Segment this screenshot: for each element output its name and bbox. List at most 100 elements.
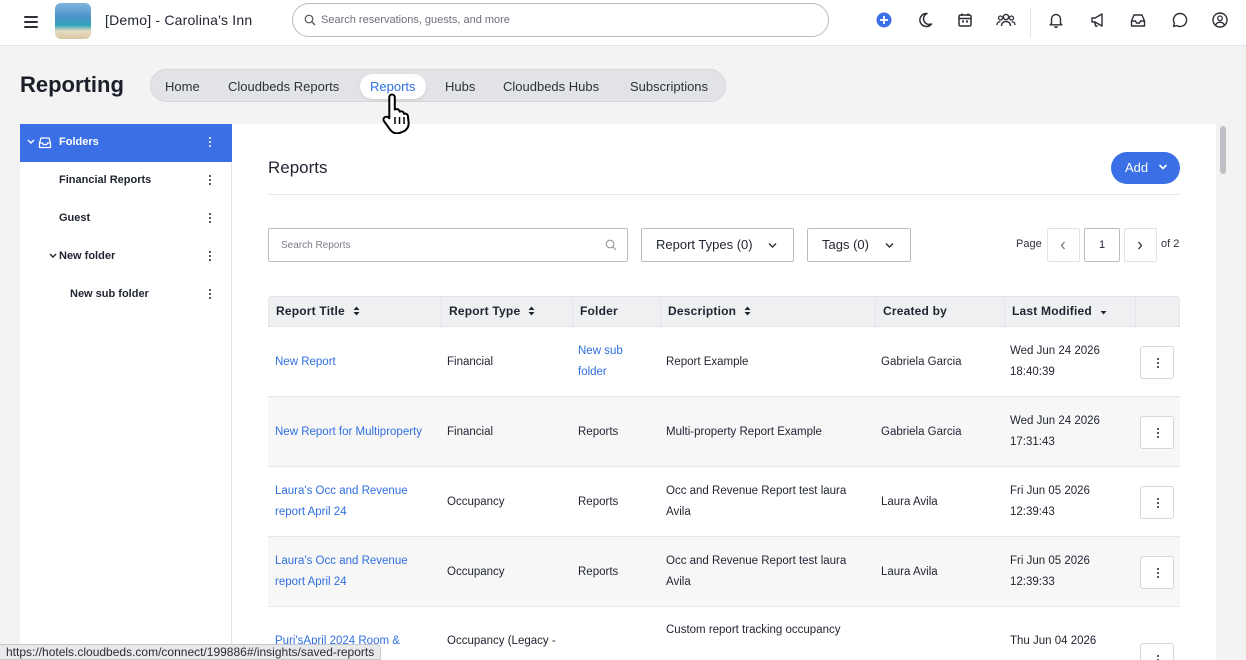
report-types-dropdown[interactable]: Report Types (0)	[641, 228, 794, 262]
tags-dropdown[interactable]: Tags (0)	[807, 228, 911, 262]
row-actions-button[interactable]	[1140, 346, 1174, 379]
add-button[interactable]: Add	[1111, 152, 1180, 184]
last-modified: Wed Jun 24 2026 17:31:43	[1010, 415, 1100, 448]
folders-sidebar: Folders Financial Reports Guest New fold…	[20, 124, 232, 660]
more-vertical-icon[interactable]	[208, 174, 212, 188]
inbox-icon[interactable]	[1129, 11, 1147, 29]
sidebar-item-label: Financial Reports	[59, 174, 152, 186]
more-vertical-icon[interactable]	[208, 250, 212, 264]
table-row[interactable]: Puri'sApril 2024 Room & Occupancy (Legac…	[268, 607, 1180, 660]
report-search[interactable]	[268, 228, 628, 262]
tab-subscriptions[interactable]: Subscriptions	[620, 74, 718, 99]
tab-cloudbeds-reports[interactable]: Cloudbeds Reports	[218, 74, 349, 99]
created-by: Laura Avila	[881, 495, 938, 508]
column-header-description[interactable]: Description	[660, 297, 875, 328]
chevron-down-icon	[768, 243, 777, 248]
row-actions-button[interactable]	[1140, 643, 1174, 660]
row-actions-button[interactable]	[1140, 416, 1174, 449]
more-vertical-icon[interactable]	[208, 288, 212, 302]
chevron-down-icon	[1158, 164, 1168, 170]
divider	[268, 194, 1180, 195]
sidebar-item-new-sub-folder[interactable]: New sub folder	[20, 276, 232, 314]
more-vertical-icon[interactable]	[208, 136, 212, 150]
report-type: Occupancy	[447, 495, 505, 508]
users-icon[interactable]	[996, 11, 1016, 29]
plus-circle-icon[interactable]	[875, 11, 893, 29]
scrollbar-thumb[interactable]	[1220, 126, 1226, 174]
sidebar-item-financial-reports[interactable]: Financial Reports	[20, 162, 232, 200]
global-search[interactable]	[292, 3, 829, 37]
megaphone-icon[interactable]	[1089, 11, 1107, 29]
next-page-button[interactable]	[1124, 228, 1157, 262]
tab-hubs[interactable]: Hubs	[435, 74, 485, 99]
report-types-label: Report Types (0)	[656, 237, 753, 252]
chat-icon[interactable]	[1171, 11, 1189, 29]
sort-icon[interactable]	[744, 306, 751, 316]
property-name[interactable]: [Demo] - Carolina's Inn	[105, 12, 252, 28]
moon-icon[interactable]	[916, 11, 934, 29]
report-title-link[interactable]: New Report	[275, 352, 336, 373]
report-title-link[interactable]: Laura's Occ and Revenue report April 24	[275, 481, 418, 523]
sidebar-item-folders[interactable]: Folders	[20, 124, 232, 162]
table-row[interactable]: Laura's Occ and Revenue report April 24 …	[268, 467, 1180, 537]
more-vertical-icon	[1156, 654, 1160, 660]
calendar-icon[interactable]	[956, 11, 974, 29]
folder-name: Reports	[578, 495, 619, 508]
previous-page-button[interactable]	[1047, 228, 1080, 262]
column-header-folder: Folder	[572, 297, 660, 328]
report-search-input[interactable]	[281, 237, 601, 253]
table-row[interactable]: Laura's Occ and Revenue report April 24 …	[268, 537, 1180, 607]
column-header-report-type[interactable]: Report Type	[441, 297, 572, 328]
report-title-link[interactable]: Laura's Occ and Revenue report April 24	[275, 551, 418, 593]
hand-pointer-cursor-icon	[382, 93, 410, 134]
menu-icon[interactable]	[22, 13, 40, 29]
last-modified: Fri Jun 05 2026 12:39:33	[1010, 555, 1090, 588]
report-description: Multi-property Report Example	[666, 425, 822, 438]
tab-cloudbeds-hubs[interactable]: Cloudbeds Hubs	[493, 74, 609, 99]
column-header-report-title[interactable]: Report Title	[269, 297, 441, 328]
sort-icon[interactable]	[528, 306, 535, 316]
user-circle-icon[interactable]	[1211, 11, 1229, 29]
sidebar-item-label: New folder	[59, 250, 116, 262]
page-label: Page	[1016, 238, 1042, 250]
created-by: Gabriela Garcia	[881, 355, 962, 368]
last-modified: Fri Jun 05 2026 12:39:43	[1010, 485, 1090, 518]
sort-descending-icon[interactable]	[1100, 306, 1107, 316]
property-logo[interactable]	[55, 3, 91, 39]
page-scrollbar[interactable]	[1216, 124, 1230, 660]
page-count-label: of 2	[1161, 238, 1180, 250]
column-header-actions	[1135, 297, 1179, 328]
reporting-tabs: Home Cloudbeds Reports Reports Hubs Clou…	[150, 69, 726, 102]
tags-label: Tags (0)	[822, 237, 869, 252]
table-row[interactable]: New Report Financial New sub folder Repo…	[268, 327, 1180, 397]
column-header-created-by: Created by	[875, 297, 1004, 328]
report-type: Financial	[447, 425, 494, 438]
sort-icon[interactable]	[353, 306, 360, 316]
toolbar-divider	[1030, 8, 1031, 38]
global-search-input[interactable]	[321, 10, 816, 30]
table-row[interactable]: New Report for Multiproperty Financial R…	[268, 397, 1180, 467]
column-header-last-modified[interactable]: Last Modified	[1004, 297, 1135, 328]
chevron-down-icon[interactable]	[27, 139, 35, 145]
row-actions-button[interactable]	[1140, 556, 1174, 589]
row-actions-button[interactable]	[1140, 486, 1174, 519]
report-title-link[interactable]: New Report for Multiproperty	[275, 422, 422, 443]
more-vertical-icon	[1156, 357, 1160, 371]
report-description: Occ and Revenue Report test laura Avila	[666, 485, 847, 518]
bell-icon[interactable]	[1047, 11, 1065, 29]
table-header: Report Title Report Type Folder Descript…	[268, 296, 1180, 328]
last-modified: Wed Jun 24 2026 18:40:39	[1010, 345, 1100, 378]
folder-link[interactable]: New sub folder	[578, 341, 641, 383]
chevron-down-icon	[885, 243, 894, 248]
tab-home[interactable]: Home	[155, 74, 210, 99]
page-number-input[interactable]: 1	[1084, 228, 1120, 262]
reports-panel: Reports Add Report Types (0) Tags (0) Pa…	[232, 124, 1216, 660]
report-description: Report Example	[666, 355, 749, 368]
sidebar-item-guest[interactable]: Guest	[20, 200, 232, 238]
folder-name: Reports	[578, 565, 619, 578]
sidebar-item-new-folder[interactable]: New folder	[20, 238, 232, 276]
sidebar-item-label: Folders	[59, 136, 99, 148]
chevron-down-icon[interactable]	[49, 253, 57, 259]
browser-status-url: https://hotels.cloudbeds.com/connect/199…	[0, 644, 382, 660]
more-vertical-icon[interactable]	[208, 212, 212, 226]
